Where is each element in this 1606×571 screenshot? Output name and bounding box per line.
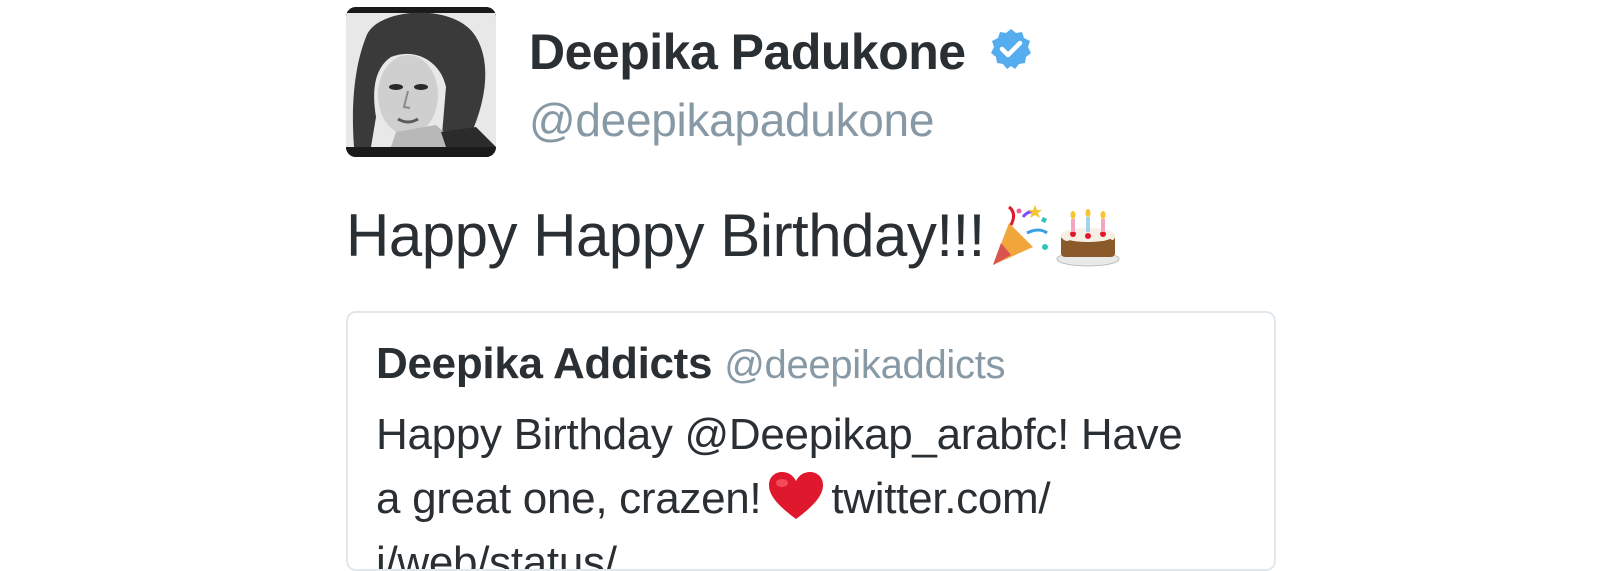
quoted-tweet-line-2: a great one, crazen! twitter.com/ xyxy=(376,467,1256,531)
birthday-cake-icon xyxy=(1056,209,1120,267)
quoted-tweet-header: Deepika Addicts @deepikaddicts xyxy=(376,335,1006,403)
quoted-tweet-line-3: i/web/status/... xyxy=(376,538,653,571)
party-popper-icon xyxy=(992,205,1048,265)
quoted-tweet-line-1: Happy Birthday @Deepikap_arabfc! Have xyxy=(376,410,1183,459)
tweet-text: Happy Happy Birthday!!! xyxy=(346,196,1121,276)
tweet-text-content: Happy Happy Birthday!!! xyxy=(346,202,985,269)
verified-badge-icon xyxy=(991,29,1031,69)
quoted-tweet-line-2-start: a great one, crazen! xyxy=(376,474,762,523)
author-display-name[interactable]: Deepika Padukone xyxy=(529,20,966,84)
profile-photo xyxy=(346,7,496,157)
heart-icon xyxy=(769,472,824,519)
avatar[interactable] xyxy=(346,7,496,157)
quoted-author-display-name[interactable]: Deepika Addicts xyxy=(376,339,713,388)
quoted-tweet-text: Happy Birthday @Deepikap_arabfc! Have a … xyxy=(376,403,1256,571)
tweet: Deepika Padukone @deepikapadukone Happy … xyxy=(346,0,1346,571)
author-handle[interactable]: @deepikapadukone xyxy=(529,90,934,150)
quoted-author-handle[interactable]: @deepikaddicts xyxy=(724,343,1005,387)
quoted-tweet-link[interactable]: twitter.com/ xyxy=(831,474,1050,523)
quoted-tweet-card[interactable]: Deepika Addicts @deepikaddicts Happy Birt… xyxy=(346,311,1276,571)
